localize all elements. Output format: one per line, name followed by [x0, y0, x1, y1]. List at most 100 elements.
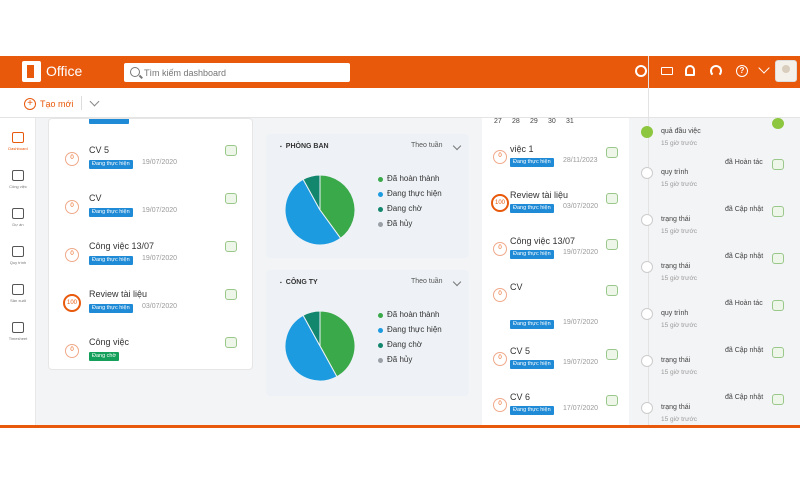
assignee-avatar[interactable] — [225, 289, 237, 300]
task-item[interactable]: 0 CV Đang thực hiện 19/07/2020 — [49, 189, 252, 237]
clock-icon — [12, 322, 24, 333]
task-item[interactable]: 0 Công việc 13/07 Đang thực hiện 19/07/2020 — [482, 236, 629, 284]
sidebar-item-dự-án[interactable]: Dự án — [0, 206, 36, 238]
briefcase-icon — [12, 208, 24, 219]
legend-dot — [378, 207, 383, 212]
keyboard-icon[interactable] — [661, 67, 673, 75]
calendar-day[interactable]: 31 — [566, 118, 574, 125]
assignee-avatar[interactable] — [606, 239, 618, 250]
headset-icon[interactable] — [710, 65, 722, 77]
task-item[interactable]: 100 Review tài liệu Đang thực hiện 03/07/20… — [482, 190, 629, 238]
sidebar-item-timesheet[interactable]: Timesheet — [0, 320, 36, 352]
calendar-day[interactable]: 27 — [494, 118, 502, 125]
task-title[interactable]: Công việc 13/07 — [510, 236, 575, 246]
sidebar-item-sản-xuất[interactable]: Sản xuất — [0, 282, 36, 314]
avatar[interactable] — [775, 60, 797, 82]
assignee-avatar[interactable] — [225, 145, 237, 156]
globe-icon[interactable] — [635, 65, 647, 77]
sub-toolbar: + Tạo mới — [0, 88, 800, 118]
task-date: 19/07/2020 — [142, 207, 178, 214]
office-logo-icon[interactable] — [22, 61, 41, 82]
task-title[interactable]: việc 1 — [510, 144, 534, 154]
assignee-avatar[interactable] — [606, 349, 618, 360]
clipboard-icon — [12, 170, 24, 181]
chart-panel-company: CÔNG TY Theo tuần Đã hoàn thành Đang thực h… — [266, 270, 469, 396]
task-item[interactable]: 0 việc 1 Đang thực hiện 28/11/2023 — [482, 144, 629, 192]
search-input[interactable] — [144, 66, 344, 79]
legend-label: Đã hoàn thành — [387, 174, 440, 183]
task-item[interactable]: 0 CV Đang thực hiện 19/07/2020 — [482, 282, 629, 330]
task-title[interactable]: CV — [510, 282, 523, 292]
assignee-avatar[interactable] — [225, 337, 237, 348]
assignee-avatar[interactable] — [606, 147, 618, 158]
legend-item: Đang thực hiện — [378, 325, 442, 340]
task-title[interactable]: Review tài liệu — [89, 289, 147, 299]
assignee-avatar[interactable] — [225, 241, 237, 252]
legend-dot — [378, 313, 383, 318]
activity-avatar[interactable] — [772, 347, 784, 358]
task-title[interactable]: CV — [89, 193, 102, 203]
calendar-day[interactable]: 29 — [530, 118, 538, 125]
legend-label: Đã hủy — [387, 219, 413, 228]
activity-avatar[interactable] — [772, 118, 784, 129]
timeline-node-icon — [641, 261, 653, 273]
activity-time: 15 giờ trước — [661, 181, 697, 188]
create-button[interactable]: + Tạo mới — [24, 97, 73, 111]
task-title[interactable]: Công việc 13/07 — [89, 241, 154, 251]
task-date: 17/07/2020 — [563, 405, 599, 412]
task-item[interactable]: 0 CV 5 Đang thực hiện 19/07/2020 — [482, 346, 629, 394]
task-title[interactable]: CV 6 — [510, 392, 530, 402]
search-icon — [130, 67, 140, 77]
task-date: 19/07/2020 — [142, 159, 178, 166]
task-item[interactable]: 0 CV 5 Đang thực hiện 19/07/2020 — [49, 141, 252, 189]
progress-ring: 0 — [65, 344, 79, 358]
task-item[interactable]: 0 CV 6 Đang thực hiện 17/07/2020 — [482, 392, 629, 425]
assignee-avatar[interactable] — [225, 193, 237, 204]
chevron-down-icon[interactable] — [452, 277, 462, 287]
activity-avatar[interactable] — [772, 300, 784, 311]
activity-action: đã Hoàn tác — [725, 300, 763, 307]
task-item[interactable]: 0 Công việc 13/07 Đang thực hiện 19/07/2020 — [49, 237, 252, 285]
status-badge: Đang thực hiện — [510, 204, 554, 213]
period-select[interactable]: Theo tuần — [411, 142, 443, 149]
period-select[interactable]: Theo tuần — [411, 278, 443, 285]
sidebar-item-công-việc[interactable]: Công việc — [0, 168, 36, 200]
task-title[interactable]: CV 5 — [89, 145, 109, 155]
sidebar-item-dashboard[interactable]: Dashboard — [0, 130, 36, 162]
status-badge: Đang thực hiện — [89, 208, 133, 217]
task-title[interactable]: CV 5 — [510, 346, 530, 356]
timeline-line — [648, 56, 649, 425]
activity-avatar[interactable] — [772, 206, 784, 217]
task-item[interactable]: 100 Review tài liệu Đang thực hiện 03/07/20… — [49, 285, 252, 333]
task-item[interactable]: 0 Công việc Đang chờ — [49, 333, 252, 369]
legend-item: Đang thực hiện — [378, 189, 442, 204]
legend-item: Đã hủy — [378, 355, 442, 370]
search-box[interactable] — [124, 63, 350, 82]
activity-action: đã Cập nhật — [725, 394, 764, 401]
activity-avatar[interactable] — [772, 159, 784, 170]
legend-label: Đã hủy — [387, 355, 413, 364]
sidebar-item-quy-trình[interactable]: Quy trình — [0, 244, 36, 276]
progress-ring: 0 — [65, 200, 79, 214]
task-title[interactable]: Review tài liệu — [510, 190, 568, 200]
timeline-node-icon — [641, 308, 653, 320]
bell-icon[interactable] — [685, 65, 695, 76]
chevron-down-icon[interactable] — [89, 96, 100, 107]
progress-ring: 100 — [63, 294, 81, 312]
activity-avatar[interactable] — [772, 253, 784, 264]
calendar-day[interactable]: 28 — [512, 118, 520, 125]
chevron-down-icon[interactable] — [452, 141, 462, 151]
activity-time: 15 giờ trước — [661, 140, 697, 147]
assignee-avatar[interactable] — [606, 285, 618, 296]
activity-avatar[interactable] — [772, 394, 784, 405]
activity-action: đã Cập nhật — [725, 253, 764, 260]
assignee-avatar[interactable] — [606, 193, 618, 204]
help-icon[interactable]: ? — [736, 65, 748, 77]
calendar-day[interactable]: 30 — [548, 118, 556, 125]
legend-label: Đang chờ — [387, 204, 423, 213]
task-title[interactable]: Công việc — [89, 337, 129, 347]
chevron-down-icon[interactable] — [758, 62, 770, 74]
share-icon — [12, 284, 24, 295]
timeline-node-icon — [641, 167, 653, 179]
assignee-avatar[interactable] — [606, 395, 618, 406]
